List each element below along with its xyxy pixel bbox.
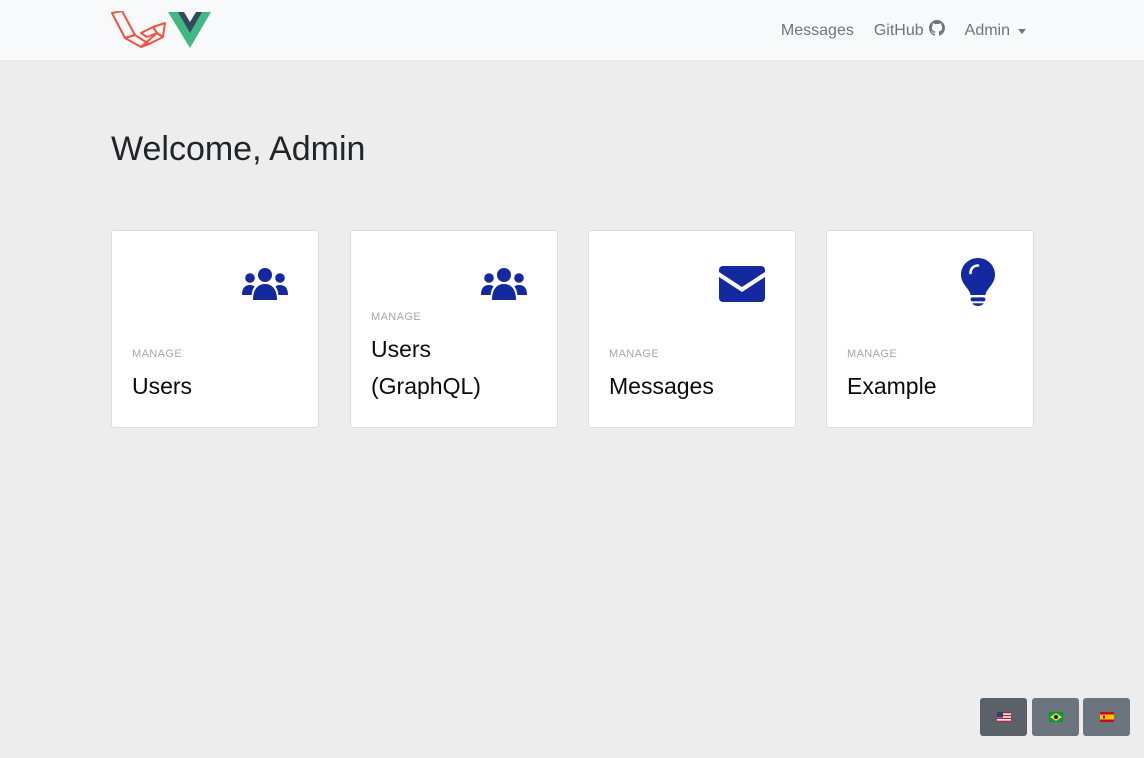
us-flag-icon xyxy=(996,710,1011,725)
nav-admin-label: Admin xyxy=(964,21,1010,39)
nav-github-label: GitHub xyxy=(873,21,924,39)
card-body: MANAGE Example xyxy=(847,348,1017,405)
nav-links: Messages GitHub Admin xyxy=(781,0,1026,61)
card-users-graphql[interactable]: MANAGE Users (GraphQL) xyxy=(350,230,558,428)
nav-github-link[interactable]: GitHub xyxy=(874,20,945,41)
brazil-flag-icon xyxy=(1048,710,1063,725)
top-navbar: Messages GitHub Admin xyxy=(0,0,1144,61)
nav-messages-label: Messages xyxy=(780,21,854,39)
github-icon xyxy=(928,20,945,41)
card-body: MANAGE Users (GraphQL) xyxy=(371,311,541,405)
caret-down-icon xyxy=(1018,28,1026,34)
card-messages[interactable]: MANAGE Messages xyxy=(588,230,796,428)
card-body: MANAGE Users xyxy=(132,348,302,405)
spain-flag-icon xyxy=(1099,710,1114,725)
card-subtitle: MANAGE xyxy=(609,348,660,360)
language-es-button[interactable] xyxy=(1083,698,1130,736)
users-icon xyxy=(240,259,290,309)
lightbulb-icon xyxy=(953,257,1003,307)
nav-admin-dropdown[interactable]: Admin xyxy=(965,22,1026,40)
card-subtitle: MANAGE xyxy=(847,348,898,360)
card-example[interactable]: MANAGE Example xyxy=(826,230,1034,428)
card-title: Users (GraphQL) xyxy=(371,336,481,399)
card-title: Messages xyxy=(609,373,714,399)
card-title: Users xyxy=(132,373,193,399)
laravel-vue-logo[interactable] xyxy=(111,10,211,49)
card-subtitle: MANAGE xyxy=(132,348,183,360)
language-pt-br-button[interactable] xyxy=(1032,698,1079,736)
card-users[interactable]: MANAGE Users xyxy=(111,230,319,428)
nav-messages-link[interactable]: Messages xyxy=(781,22,854,40)
card-title: Example xyxy=(847,373,937,399)
envelope-icon xyxy=(717,259,767,309)
language-en-button[interactable] xyxy=(980,698,1027,736)
card-body: MANAGE Messages xyxy=(609,348,779,405)
page-title: Welcome, Admin xyxy=(111,130,366,168)
users-icon xyxy=(479,259,529,309)
card-subtitle: MANAGE xyxy=(371,311,422,323)
